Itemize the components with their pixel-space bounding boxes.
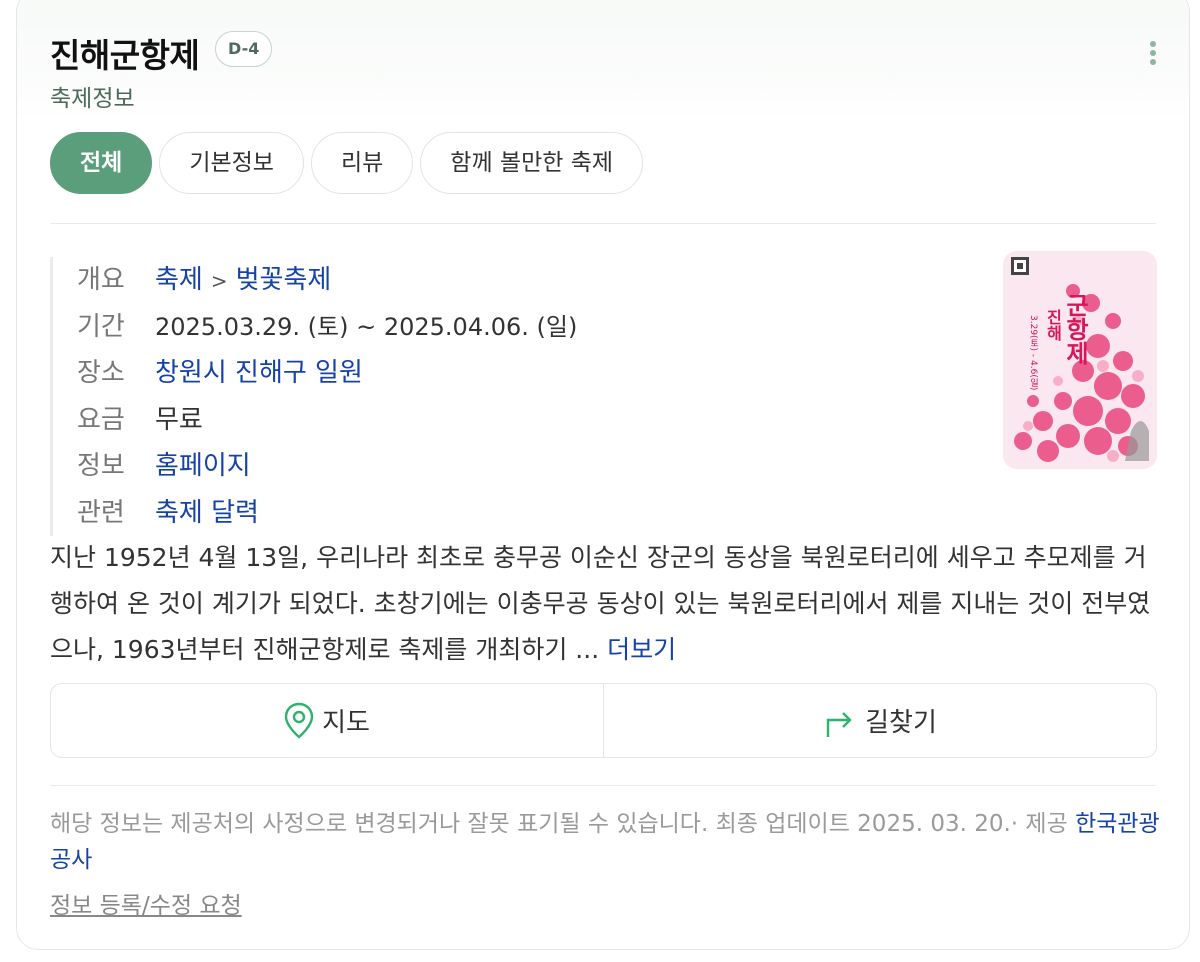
tab-reviews[interactable]: 리뷰 [310,132,414,194]
category-link[interactable]: 축제 [155,265,203,295]
info-row-homepage: 정보 홈페이지 [77,443,970,490]
directions-button[interactable]: 길찾기 [603,684,1156,757]
info-label: 장소 [77,358,125,388]
info-row-related: 관련 축제 달력 [77,490,970,537]
info-row-overview: 개요 축제 > 벚꽃축제 [77,257,970,304]
action-bar: 지도 길찾기 [50,683,1157,758]
page-subtitle: 축제정보 [50,86,135,112]
poster-artwork: 진해 군항제 3.29(토) - 4.6(일) [1003,251,1157,469]
tab-related-festivals[interactable]: 함께 볼만한 축제 [420,132,644,194]
subcategory-link[interactable]: 벚꽃축제 [236,265,332,295]
more-options-icon[interactable] [1143,41,1163,71]
map-button[interactable]: 지도 [51,684,603,757]
divider [50,785,1156,786]
more-link[interactable]: 더보기 [607,635,676,664]
category-separator: > [210,269,228,293]
page-title: 진해군항제 [50,36,200,75]
map-pin-icon [284,702,314,739]
info-row-period: 기간 2025.03.29. (토) ~ 2025.04.06. (일) [77,304,970,351]
disclaimer-text: 해당 정보는 제공처의 사정으로 변경되거나 잘못 표기될 수 있습니다. 최종… [50,811,1068,837]
info-label: 개요 [77,265,125,295]
dday-badge: D-4 [215,31,273,67]
poster-dates: 3.29(토) - 4.6(일) [1028,315,1038,390]
fee-value: 무료 [155,404,203,435]
directions-arrow-icon [826,711,852,737]
homepage-link[interactable]: 홈페이지 [155,451,251,481]
info-label: 관련 [77,497,125,528]
info-label: 정보 [77,451,125,481]
tab-basic-info[interactable]: 기본정보 [159,132,304,194]
place-link[interactable]: 창원시 진해구 일원 [155,358,363,388]
festival-card: 진해군항제 D-4 축제정보 전체 기본정보 리뷰 함께 볼만한 축제 개요 축제… [16,0,1190,950]
period-value: 2025.03.29. (토) ~ 2025.04.06. (일) [155,312,578,341]
info-label: 기간 [77,311,125,342]
info-label: 요금 [77,404,125,435]
directions-label: 길찾기 [865,708,937,738]
poster-title-2: 군항제 [1061,293,1089,365]
festival-calendar-link[interactable]: 축제 달력 [155,498,259,528]
festival-poster-image[interactable]: 진해 군항제 3.29(토) - 4.6(일) [1003,251,1157,469]
info-list: 개요 축제 > 벚꽃축제 기간 2025.03.29. (토) ~ 2025.04.06… [50,257,970,536]
festival-description: 지난 1952년 4월 13일, 우리나라 최초로 충무공 이순신 장군의 동상… [50,535,1160,673]
info-row-fee: 요금 무료 [77,397,970,444]
description-text: 지난 1952년 4월 13일, 우리나라 최초로 충무공 이순신 장군의 동상… [50,543,1151,664]
tab-all[interactable]: 전체 [50,132,153,194]
info-row-place: 장소 창원시 진해구 일원 [77,350,970,397]
disclaimer-note: 해당 정보는 제공처의 사정으로 변경되거나 잘못 표기될 수 있습니다. 최종… [50,806,1160,878]
map-label: 지도 [322,708,370,738]
tab-bar: 전체 기본정보 리뷰 함께 볼만한 축제 [50,132,650,194]
divider [50,223,1156,224]
poster-title-1: 진해 [1044,309,1063,342]
edit-request-link[interactable]: 정보 등록/수정 요청 [50,886,242,920]
